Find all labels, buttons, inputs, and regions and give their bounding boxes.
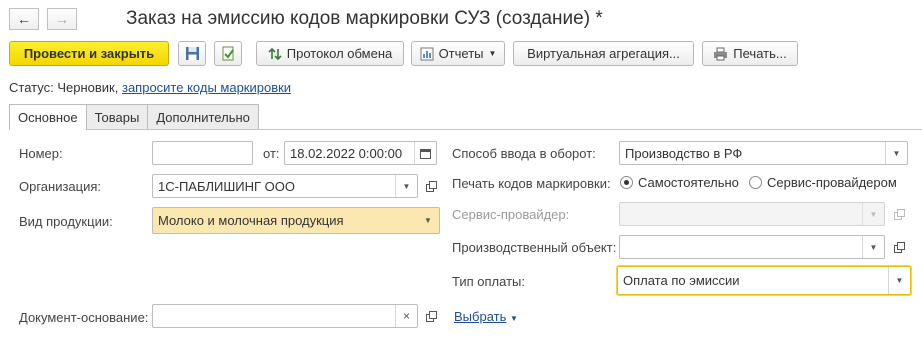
number-label: Номер: bbox=[19, 146, 63, 161]
service-provider-open-button bbox=[890, 205, 908, 223]
back-button[interactable]: ← bbox=[9, 8, 39, 30]
virtual-aggregation-label: Виртуальная агрегация... bbox=[527, 46, 680, 61]
tab-additional[interactable]: Дополнительно bbox=[147, 104, 259, 129]
product-type-field[interactable]: Молоко и молочная продукция ▼ bbox=[152, 207, 440, 234]
base-document-open-button[interactable] bbox=[422, 307, 440, 325]
organization-value: 1С-ПАБЛИШИНГ ООО bbox=[158, 178, 296, 194]
product-type-dropdown[interactable]: ▼ bbox=[417, 208, 439, 233]
status-line: Статус: Черновик, запросите коды маркиро… bbox=[9, 80, 291, 95]
radio-unchecked-icon bbox=[749, 176, 762, 189]
circulation-method-label: Способ ввода в оборот: bbox=[452, 146, 596, 161]
open-window-icon bbox=[893, 241, 905, 253]
service-provider-dropdown: ▼ bbox=[862, 203, 884, 225]
request-codes-link[interactable]: запросите коды маркировки bbox=[122, 80, 291, 95]
select-link[interactable]: Выбрать bbox=[454, 309, 506, 324]
chevron-down-icon: ▼ bbox=[488, 49, 497, 58]
organization-open-button[interactable] bbox=[422, 177, 440, 195]
dropdown-arrow-icon: ▼ bbox=[892, 148, 901, 158]
radio-checked-icon bbox=[620, 176, 633, 189]
production-object-open-button[interactable] bbox=[890, 238, 908, 256]
post-document-icon bbox=[222, 46, 234, 61]
exchange-arrows-icon bbox=[268, 47, 282, 60]
chevron-down-icon: ▼ bbox=[510, 314, 518, 323]
organization-label: Организация: bbox=[19, 179, 102, 194]
open-window-icon bbox=[893, 208, 905, 220]
circulation-method-field[interactable]: Производство в РФ ▼ bbox=[619, 141, 908, 165]
dropdown-arrow-icon: ▼ bbox=[895, 276, 904, 285]
circulation-method-value: Производство в РФ bbox=[625, 145, 743, 161]
payment-type-dropdown[interactable]: ▼ bbox=[888, 267, 910, 294]
status-label: Статус: bbox=[9, 80, 54, 95]
tab-bar: Основное Товары Дополнительно bbox=[9, 104, 259, 130]
print-provider-option[interactable]: Сервис-провайдером bbox=[749, 175, 897, 190]
save-button[interactable] bbox=[178, 41, 206, 66]
clear-icon: × bbox=[402, 309, 410, 323]
page-title: Заказ на эмиссию кодов маркировки СУЗ (с… bbox=[126, 8, 603, 29]
print-label: Печать... bbox=[733, 46, 787, 61]
service-provider-label: Сервис-провайдер: bbox=[452, 207, 570, 222]
payment-type-label: Тип оплаты: bbox=[452, 274, 525, 289]
calendar-icon bbox=[420, 148, 431, 159]
print-self-label: Самостоятельно bbox=[638, 175, 739, 190]
date-value: 18.02.2022 0:00:00 bbox=[290, 145, 403, 161]
dropdown-arrow-icon: ▼ bbox=[402, 181, 411, 191]
tab-main[interactable]: Основное bbox=[9, 104, 87, 130]
tab-divider bbox=[9, 129, 922, 130]
tab-goods[interactable]: Товары bbox=[85, 104, 149, 129]
print-button[interactable]: Печать... bbox=[702, 41, 798, 66]
number-field[interactable] bbox=[152, 141, 253, 165]
dropdown-arrow-icon: ▼ bbox=[424, 216, 432, 225]
date-field[interactable]: 18.02.2022 0:00:00 bbox=[284, 141, 437, 165]
production-object-dropdown[interactable]: ▼ bbox=[862, 236, 884, 258]
clear-base-document-button[interactable]: × bbox=[395, 305, 417, 327]
payment-type-field[interactable]: Оплата по эмиссии ▼ bbox=[617, 266, 911, 295]
report-icon bbox=[420, 47, 434, 60]
product-type-label: Вид продукции: bbox=[19, 214, 113, 229]
virtual-aggregation-button[interactable]: Виртуальная агрегация... bbox=[513, 41, 694, 66]
arrow-right-icon: → bbox=[55, 11, 69, 27]
dropdown-arrow-icon: ▼ bbox=[869, 242, 878, 252]
service-provider-field: ▼ bbox=[619, 202, 885, 226]
product-type-value: Молоко и молочная продукция bbox=[158, 213, 344, 228]
base-document-field[interactable]: × bbox=[152, 304, 418, 328]
open-window-icon bbox=[425, 180, 437, 192]
forward-button[interactable]: → bbox=[47, 8, 77, 30]
production-object-field[interactable]: ▼ bbox=[619, 235, 885, 259]
select-link-container: Выбрать ▼ bbox=[454, 309, 518, 324]
production-object-label: Производственный объект: bbox=[452, 240, 617, 255]
save-icon bbox=[185, 47, 199, 60]
organization-dropdown[interactable]: ▼ bbox=[395, 175, 417, 197]
post-and-close-label: Провести и закрыть bbox=[23, 46, 155, 61]
print-self-option[interactable]: Самостоятельно bbox=[620, 175, 739, 190]
arrow-left-icon: ← bbox=[17, 11, 31, 27]
post-button[interactable] bbox=[214, 41, 242, 66]
printer-icon bbox=[714, 47, 728, 60]
print-provider-label: Сервис-провайдером bbox=[767, 175, 897, 190]
reports-button[interactable]: Отчеты ▼ bbox=[411, 41, 505, 66]
print-codes-label: Печать кодов маркировки: bbox=[452, 176, 611, 191]
organization-field[interactable]: 1С-ПАБЛИШИНГ ООО ▼ bbox=[152, 174, 418, 198]
exchange-log-label: Протокол обмена bbox=[286, 46, 393, 61]
calendar-button[interactable] bbox=[414, 142, 436, 164]
base-document-label: Документ-основание: bbox=[19, 310, 149, 325]
dropdown-arrow-icon: ▼ bbox=[869, 209, 878, 219]
reports-label: Отчеты bbox=[438, 46, 484, 61]
circulation-method-dropdown[interactable]: ▼ bbox=[885, 142, 907, 164]
exchange-log-button[interactable]: Протокол обмена bbox=[256, 41, 404, 66]
post-and-close-button[interactable]: Провести и закрыть bbox=[9, 41, 169, 66]
open-window-icon bbox=[425, 310, 437, 322]
payment-type-value: Оплата по эмиссии bbox=[623, 273, 740, 288]
status-value: Черновик, bbox=[57, 80, 119, 95]
date-label: от: bbox=[263, 146, 280, 161]
